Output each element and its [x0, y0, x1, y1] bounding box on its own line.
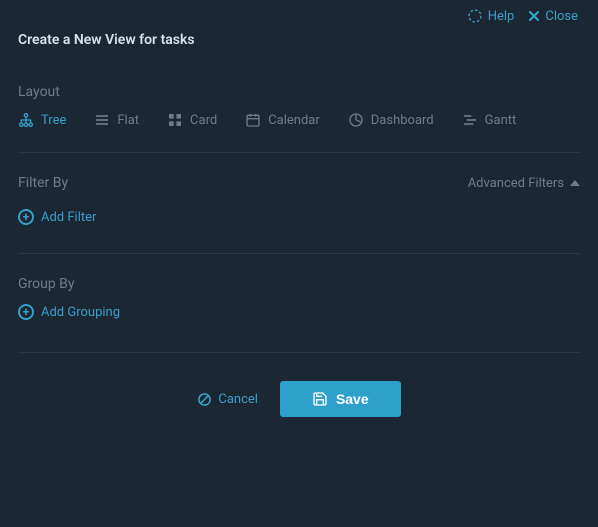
chevron-up-icon: [570, 180, 580, 186]
group-section: Group By + Add Grouping: [18, 276, 580, 353]
add-grouping-button[interactable]: + Add Grouping: [18, 304, 120, 320]
add-filter-label: Add Filter: [41, 210, 96, 225]
close-link[interactable]: Close: [528, 8, 578, 24]
add-filter-button[interactable]: + Add Filter: [18, 209, 96, 225]
calendar-icon: [245, 112, 261, 128]
layout-option-calendar[interactable]: Calendar: [245, 112, 320, 128]
layout-option-label: Card: [190, 113, 217, 128]
layout-option-label: Calendar: [268, 113, 320, 128]
add-grouping-label: Add Grouping: [41, 305, 120, 320]
save-icon: [312, 391, 328, 407]
close-label: Close: [545, 9, 578, 24]
create-view-dialog: Help Close Create a New View for tasks L…: [0, 0, 598, 527]
cancel-button[interactable]: Cancel: [197, 392, 258, 407]
filter-header: Filter By Advanced Filters: [18, 175, 580, 191]
layout-option-flat[interactable]: Flat: [94, 112, 139, 128]
help-icon: [467, 8, 483, 24]
layout-option-label: Tree: [41, 113, 66, 128]
flat-icon: [94, 112, 110, 128]
dialog-topbar: Help Close: [18, 0, 580, 28]
tree-icon: [18, 112, 34, 128]
close-icon: [528, 10, 540, 22]
filter-section-label: Filter By: [18, 175, 68, 191]
group-section-label: Group By: [18, 276, 580, 292]
layout-option-tree[interactable]: Tree: [18, 112, 66, 128]
dialog-footer: Cancel Save: [18, 381, 580, 417]
cancel-label: Cancel: [218, 392, 258, 407]
dashboard-icon: [348, 112, 364, 128]
layout-option-gantt[interactable]: Gantt: [462, 112, 517, 128]
layout-option-label: Gantt: [485, 113, 517, 128]
gantt-icon: [462, 112, 478, 128]
card-icon: [167, 112, 183, 128]
advanced-filters-label: Advanced Filters: [468, 176, 564, 191]
layout-option-label: Flat: [117, 113, 139, 128]
help-link[interactable]: Help: [467, 8, 515, 24]
help-label: Help: [488, 9, 515, 24]
save-button[interactable]: Save: [280, 381, 401, 417]
layout-option-label: Dashboard: [371, 113, 434, 128]
dialog-title: Create a New View for tasks: [18, 28, 580, 66]
layout-section-label: Layout: [18, 84, 580, 100]
layout-option-dashboard[interactable]: Dashboard: [348, 112, 434, 128]
layout-option-card[interactable]: Card: [167, 112, 217, 128]
plus-circle-icon: +: [18, 209, 34, 225]
filter-section: Filter By Advanced Filters + Add Filter: [18, 175, 580, 254]
save-label: Save: [336, 391, 369, 407]
layout-options: Tree Flat Card: [18, 112, 580, 153]
cancel-icon: [197, 392, 212, 407]
advanced-filters-toggle[interactable]: Advanced Filters: [468, 176, 580, 191]
plus-circle-icon: +: [18, 304, 34, 320]
